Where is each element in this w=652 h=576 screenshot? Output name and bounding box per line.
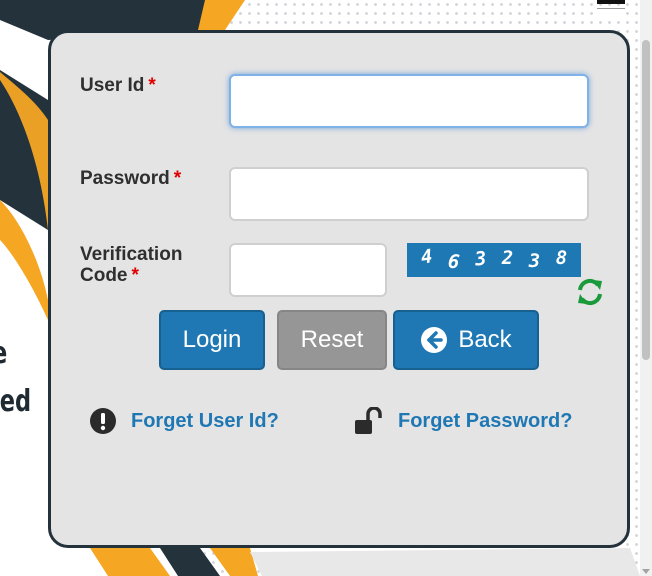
reset-button-label: Reset <box>300 326 364 353</box>
user-id-input[interactable] <box>229 74 589 128</box>
reset-button[interactable]: Reset <box>277 310 387 370</box>
unlock-icon <box>354 407 384 435</box>
captcha-char: 4 <box>419 245 434 269</box>
page-scrollbar[interactable] <box>640 0 652 576</box>
login-panel: User Id * Password * Verification Code * 4 … <box>48 30 630 548</box>
user-id-label: User Id * <box>80 75 156 96</box>
background-partial-text: e <box>0 336 7 371</box>
required-marker: * <box>173 168 182 189</box>
login-button-label: Login <box>182 326 242 353</box>
scroll-down-arrow-icon[interactable] <box>642 569 650 574</box>
captcha-char: 2 <box>501 247 514 269</box>
verification-code-input[interactable] <box>229 243 387 297</box>
password-label: Password * <box>80 168 182 189</box>
forget-user-id-link[interactable]: Forget User Id? <box>89 407 279 435</box>
exclamation-circle-icon <box>89 407 117 435</box>
captcha-char: 3 <box>528 250 541 272</box>
required-marker: * <box>131 265 139 286</box>
login-button[interactable]: Login <box>159 310 265 370</box>
required-marker: * <box>148 75 156 96</box>
captcha-char: 6 <box>446 250 461 274</box>
back-button[interactable]: Back <box>393 310 539 370</box>
password-input[interactable] <box>229 167 589 221</box>
refresh-captcha-icon[interactable] <box>575 277 605 307</box>
scrollbar-thumb[interactable] <box>642 40 650 360</box>
back-button-label: Back <box>458 326 512 353</box>
forget-user-id-label: Forget User Id? <box>131 409 279 432</box>
arrow-circle-left-icon <box>420 326 448 354</box>
forget-password-link[interactable]: Forget Password? <box>354 407 572 435</box>
captcha-char: 8 <box>555 247 568 269</box>
background-partial-text: led <box>0 384 32 419</box>
captcha-char: 3 <box>473 247 488 271</box>
forget-password-label: Forget Password? <box>398 409 573 432</box>
top-corner-mark <box>597 0 625 15</box>
captcha-image: 4 6 3 2 3 8 <box>407 243 581 277</box>
verification-code-label: Verification Code * <box>80 244 183 286</box>
